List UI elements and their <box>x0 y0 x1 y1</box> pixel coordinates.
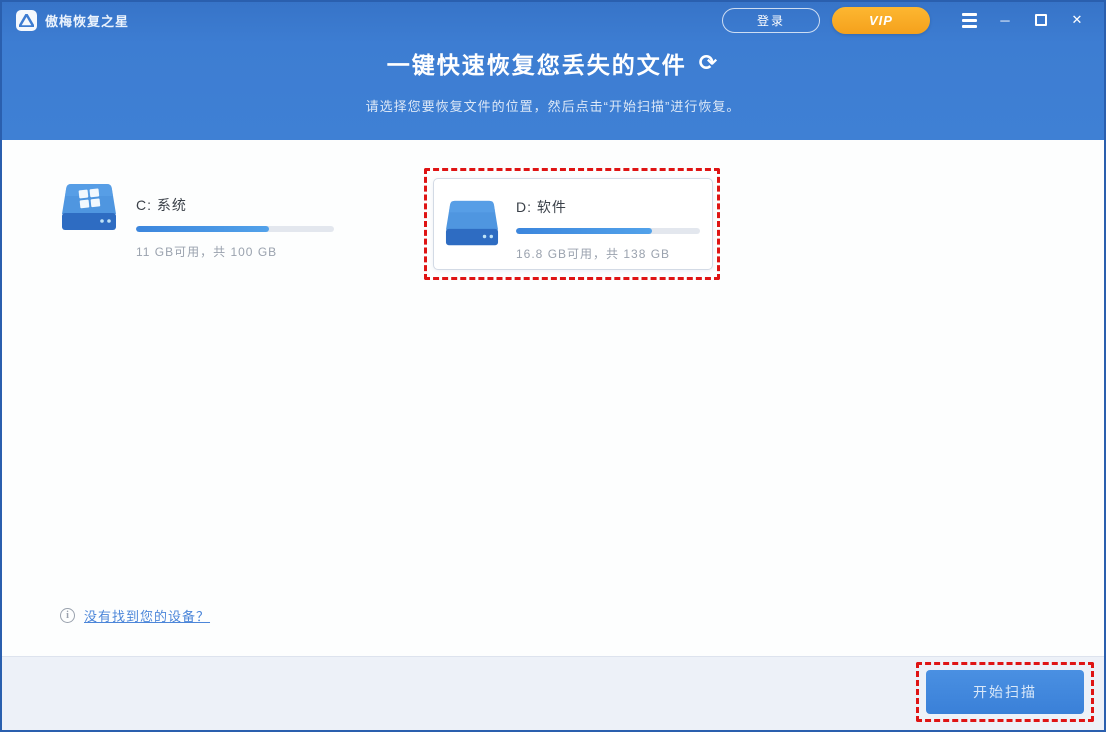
device-not-found-link[interactable]: 没有找到您的设备？ <box>84 606 210 625</box>
windows-drive-icon <box>58 180 120 241</box>
info-icon: i <box>60 608 75 623</box>
drive-usage-bar <box>516 228 700 234</box>
drive-card-c[interactable]: C: 系统 11 GB可用，共 100 GB <box>58 180 358 260</box>
drive-card-d[interactable]: D: 软件 16.8 GB可用，共 138 GB <box>433 178 713 270</box>
footer: 开始扫描 <box>2 656 1104 730</box>
hard-drive-icon <box>442 197 502 256</box>
drive-capacity-text: 16.8 GB可用，共 138 GB <box>516 245 700 262</box>
minimize-icon[interactable]: ─ <box>992 7 1018 33</box>
header: 傲梅恢复之星 登录 VIP ─ ✕ 一键快速恢复您丢失的文件 <box>2 2 1104 140</box>
app-logo-icon <box>16 10 37 31</box>
drive-info-c: C: 系统 11 GB可用，共 100 GB <box>136 180 334 260</box>
close-icon[interactable]: ✕ <box>1064 7 1090 33</box>
drive-list-area: C: 系统 11 GB可用，共 100 GB D: 软件 <box>2 140 1104 658</box>
help-row: i 没有找到您的设备？ <box>60 606 210 625</box>
page-title-text: 一键快速恢复您丢失的文件 <box>387 46 687 80</box>
menu-icon[interactable] <box>956 7 982 33</box>
drive-info-d: D: 软件 16.8 GB可用，共 138 GB <box>516 193 700 262</box>
vip-button[interactable]: VIP <box>832 7 930 34</box>
drive-usage-fill <box>516 228 652 234</box>
page-subtitle: 请选择您要恢复文件的位置，然后点击“开始扫描”进行恢复。 <box>2 96 1104 115</box>
app-title: 傲梅恢复之星 <box>45 11 129 30</box>
hero: 一键快速恢复您丢失的文件 ⟳ 请选择您要恢复文件的位置，然后点击“开始扫描”进行… <box>2 46 1104 115</box>
app-window: 傲梅恢复之星 登录 VIP ─ ✕ 一键快速恢复您丢失的文件 <box>0 0 1106 732</box>
maximize-icon[interactable] <box>1028 7 1054 33</box>
titlebar-right: 登录 VIP ─ ✕ <box>722 7 1090 34</box>
window-controls: ─ ✕ <box>956 7 1090 33</box>
drive-label: D: 软件 <box>516 197 700 217</box>
drive-usage-bar <box>136 226 334 232</box>
start-scan-button[interactable]: 开始扫描 <box>926 670 1084 714</box>
drive-capacity-text: 11 GB可用，共 100 GB <box>136 243 334 260</box>
page-title: 一键快速恢复您丢失的文件 ⟳ <box>387 46 719 80</box>
login-button[interactable]: 登录 <box>722 8 820 33</box>
drive-label: C: 系统 <box>136 195 334 215</box>
titlebar: 傲梅恢复之星 登录 VIP ─ ✕ <box>2 2 1104 38</box>
refresh-icon[interactable]: ⟳ <box>699 50 719 76</box>
drive-usage-fill <box>136 226 269 232</box>
